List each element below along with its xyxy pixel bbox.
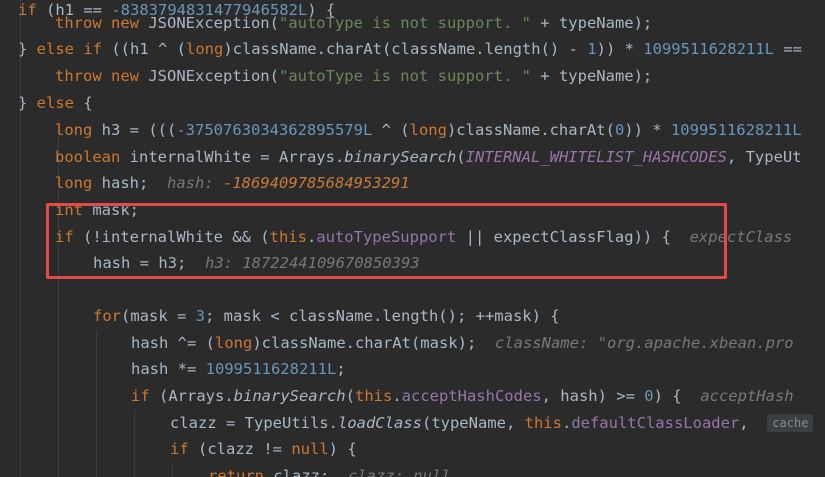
code-token: . [561, 414, 572, 432]
code-token: long [55, 174, 102, 192]
code-token: binarySearch [344, 148, 457, 166]
code-token: )className.charAt(mask); [252, 334, 495, 352]
code-token: if [131, 387, 159, 405]
code-token: , hash) >= [541, 387, 645, 405]
code-token: (clazz != [198, 440, 292, 458]
code-token: , TypeUt [726, 148, 802, 166]
code-token: hash *= [131, 360, 206, 378]
indent-guide [134, 410, 135, 477]
code-token: INTERNAL_WHITELIST_HASHCODES [465, 148, 727, 166]
code-token: internalWhite = Arrays. [129, 148, 345, 166]
code-token: else [36, 94, 84, 112]
code-token: 0 [614, 121, 625, 139]
code-token: hash; [101, 174, 167, 192]
code-token: 1099511628211L [205, 360, 337, 378]
debug-inline-value: className: [494, 334, 598, 352]
code-token: 1099511628211L [643, 40, 774, 58]
code-line[interactable]: } else { [18, 90, 93, 116]
code-token: ((h1 ^ ( [111, 40, 186, 58]
code-token: 0 [644, 387, 654, 405]
code-line[interactable]: hash ^= (long)className.charAt(mask); cl… [131, 330, 794, 356]
code-token: , [739, 414, 768, 432]
code-token: 1099511628211L [670, 121, 802, 139]
debug-inline-value: -1869409785684953291 [223, 174, 410, 192]
code-line[interactable]: return clazz; clazz: null [208, 463, 451, 477]
code-token: if [170, 440, 198, 458]
code-token: 3 [195, 307, 205, 325]
code-token: ( [456, 148, 466, 166]
debug-inline-value: acceptHash [700, 387, 794, 405]
indent-guide [96, 330, 97, 477]
code-token: ) { [328, 440, 357, 458]
code-line[interactable]: if (Arrays. binarySearch(this. acceptHashC… [131, 383, 794, 409]
code-token: clazz = TypeUtils. [170, 414, 338, 432]
code-token: null [291, 440, 329, 458]
debug-inline-value: "org.apache.xbean.pro [597, 334, 794, 352]
code-token: else if [36, 40, 112, 58]
code-token: } [18, 40, 37, 58]
code-token: (typeName, [421, 414, 525, 432]
code-token: defaultClassLoader [571, 414, 740, 432]
code-token: ) { [653, 387, 701, 405]
debug-inline-value: clazz: null [347, 467, 451, 477]
code-token: hash ^= ( [131, 334, 215, 352]
code-token: throw new [55, 14, 149, 32]
code-token: ; mask < className.length(); ++mask) { [205, 307, 560, 325]
code-line[interactable]: throw new JSONException("autoType is not… [55, 63, 652, 89]
code-token: + typeName); [530, 67, 653, 85]
code-token: clazz; [273, 467, 348, 477]
code-token: long [55, 121, 102, 139]
code-token: (mask = [121, 307, 196, 325]
code-line[interactable]: clazz = TypeUtils. loadClass (typeName, th… [170, 410, 814, 436]
indent-guide [172, 463, 173, 477]
code-token: long [215, 334, 253, 352]
debug-inline-value: hash: [167, 174, 223, 192]
code-token: 1 [587, 40, 597, 58]
code-line[interactable]: boolean internalWhite = Arrays. binarySea… [55, 144, 802, 170]
code-token: boolean [55, 148, 130, 166]
code-token: JSONException( [148, 67, 279, 85]
code-token: this [354, 387, 393, 405]
code-token: )className.charAt( [446, 121, 615, 139]
code-token: )className.charAt(className.length() - [223, 40, 588, 58]
code-token: acceptHashCodes [401, 387, 542, 405]
code-token: "autoType is not support. " [278, 67, 531, 85]
code-token: throw new [55, 67, 149, 85]
code-token: for [93, 307, 121, 325]
code-editor[interactable]: if (h1 == -8383794831477946582L) {throw … [0, 0, 825, 477]
code-token: long [409, 121, 447, 139]
code-line[interactable]: hash *= 1099511628211L; [131, 356, 346, 382]
code-token: if [18, 1, 37, 19]
code-token: long [185, 40, 224, 58]
code-token: } [18, 94, 37, 112]
code-token: ( [345, 387, 355, 405]
code-line[interactable]: throw new JSONException("autoType is not… [55, 10, 652, 36]
code-token: return [208, 467, 274, 477]
code-token: (Arrays. [159, 387, 234, 405]
red-highlight-box [46, 203, 727, 279]
code-token: == [773, 40, 802, 58]
code-line[interactable]: } else if ((h1 ^ (long)className.charAt(… [18, 36, 802, 62]
code-token: JSONException( [148, 14, 279, 32]
code-token: binarySearch [233, 387, 346, 405]
code-token: { [83, 94, 93, 112]
indent-guide [20, 0, 21, 477]
code-token: + typeName); [530, 14, 653, 32]
code-token: -3750763034362895579L [176, 121, 373, 139]
code-token: this [524, 414, 562, 432]
code-token: "autoType is not support. " [278, 14, 531, 32]
code-token: h3 = ((( [101, 121, 177, 139]
code-line[interactable]: long hash; hash: -1869409785684953291 [55, 170, 410, 196]
code-line[interactable]: long h3 = (((-3750763034362895579L ^ (lo… [55, 117, 802, 143]
inline-hint-badge: cache [767, 414, 814, 432]
code-token: ^ ( [372, 121, 410, 139]
code-token: )) * [596, 40, 644, 58]
code-line[interactable]: if (clazz != null) { [170, 436, 357, 462]
code-token: ; [336, 360, 346, 378]
code-token: loadClass [337, 414, 422, 432]
code-token: . [392, 387, 402, 405]
code-line[interactable]: for (mask = 3; mask < className.length();… [93, 303, 560, 329]
code-token: )) * [624, 121, 671, 139]
